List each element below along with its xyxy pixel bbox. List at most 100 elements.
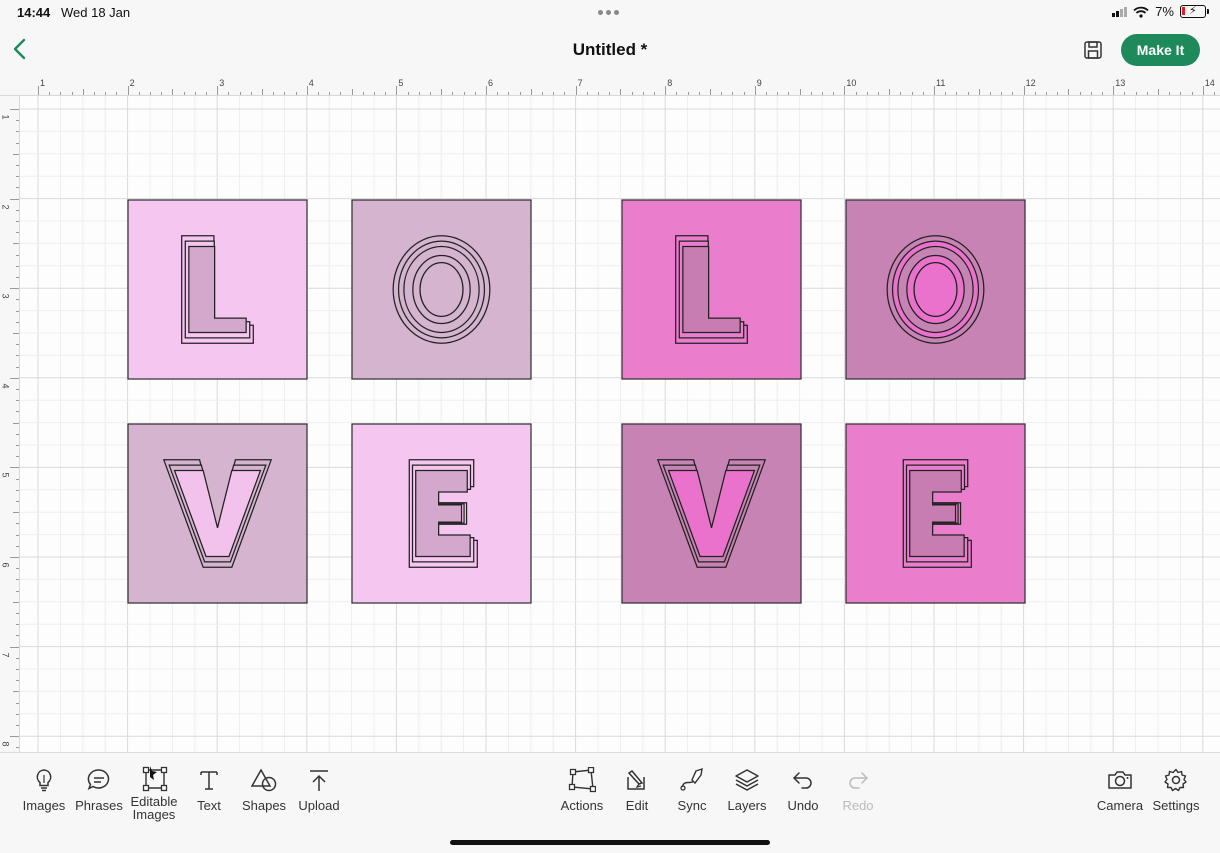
images-button[interactable]: Images [14,767,74,812]
text-button[interactable]: Text [179,767,239,812]
ruler-top-number: 6 [488,78,494,88]
phrases-label: Phrases [75,798,123,813]
ruler-left-number: 8 [0,741,11,747]
canvas-designs [127,199,1026,604]
undo-icon [793,772,812,789]
ruler-left-number: 6 [0,562,11,568]
text-label: Text [197,798,221,813]
undo-button[interactable]: Undo [773,767,833,812]
settings-button[interactable]: Settings [1146,767,1206,812]
status-date: Wed 18 Jan [61,5,131,20]
chevron-left-icon [13,38,26,60]
phrases-button[interactable]: Phrases [69,767,129,812]
sync-button[interactable]: Sync [662,767,722,812]
gear-icon [1164,768,1187,792]
ruler-top-number: 2 [129,78,135,88]
edit-button[interactable]: Edit [607,767,667,812]
tile-background [621,199,802,380]
ruler-top-number: 10 [846,78,857,88]
letter-outline [415,469,471,558]
ruler-top-number: 3 [219,78,225,88]
camera-label: Camera [1096,798,1144,813]
letter-tile-l[interactable] [127,199,308,380]
shapes-icon [250,768,277,792]
multitasking-dots[interactable] [598,10,619,15]
upload-icon [310,770,328,791]
ruler-left-number: 1 [0,114,11,120]
ruler-left-number: 5 [0,472,11,478]
ruler-left-number: 4 [0,383,11,389]
layers-icon [735,769,759,791]
speech-bubble-icon [87,769,110,791]
undo-label: Undo [787,798,819,813]
actions-button[interactable]: Actions [552,767,612,812]
signal-icon [1112,6,1128,17]
wifi-icon [1133,6,1149,18]
back-button[interactable] [8,36,34,62]
page-title: Untitled * [572,40,648,59]
layers-button[interactable]: Layers [717,767,777,812]
upload-label: Upload [298,798,340,813]
ruler-left: 1 2 3 4 5 6 7 8 [0,96,20,752]
editable-images-button[interactable]: Editable Images [124,765,184,821]
ruler-top-number: 9 [756,78,762,88]
redo-label: Redo [842,798,874,813]
ruler-left-number: 2 [0,204,11,210]
letter-tile-e[interactable] [845,423,1026,604]
ruler-top-number: 5 [398,78,404,88]
ruler-top-number: 11 [936,78,946,88]
tile-background [621,423,802,604]
camera-button[interactable]: Camera [1090,767,1150,812]
ruler-top-number: 13 [1115,78,1126,88]
letter-outline [419,262,464,317]
ruler-left-number: 3 [0,293,11,299]
settings-label: Settings [1152,798,1200,813]
shapes-button[interactable]: Shapes [234,767,294,812]
letter-tile-e[interactable] [351,423,532,604]
redo-icon [849,772,868,789]
ruler-left-number: 7 [0,652,11,658]
ruler-top-number: 14 [1204,78,1215,88]
letter-tile-o[interactable] [845,199,1026,380]
ruler-top-number: 1 [40,78,46,88]
letter-tile-v[interactable] [621,423,802,604]
letter-outline [913,262,958,317]
ruler-top-number: 12 [1025,78,1036,88]
battery-percent: 7% [1155,4,1174,19]
upload-button[interactable]: Upload [289,767,349,812]
ruler-top-number: 4 [308,78,314,88]
text-icon [200,771,218,790]
status-bar: 14:44 Wed 18 Jan 7% ⚡ [0,0,1220,24]
save-button[interactable] [1082,39,1104,61]
home-indicator[interactable] [450,840,770,845]
status-time: 14:44 [17,5,51,20]
redo-button[interactable]: Redo [828,767,888,812]
sync-icon [680,767,703,791]
letter-outline [909,469,965,558]
save-icon [1084,41,1102,59]
tile-background [127,423,308,604]
shapes-label: Shapes [241,798,287,813]
sync-label: Sync [677,798,707,813]
actions-icon [568,767,596,793]
header: Untitled * Make It [0,24,1220,76]
letter-tile-v[interactable] [127,423,308,604]
images-label: Images [22,798,66,813]
bottom-toolbar: Images Phrases Editable Images Text Shap… [0,752,1220,853]
ruler-top-number: 8 [667,78,673,88]
letter-tile-l[interactable] [621,199,802,380]
ruler-top: 1 2 3 4 5 6 7 8 9 10 11 12 13 14 [0,76,1220,96]
actions-label: Actions [560,798,604,813]
make-it-button[interactable]: Make It [1121,34,1200,66]
edit-icon [627,770,645,790]
letter-tile-o[interactable] [351,199,532,380]
battery-icon: ⚡ [1180,5,1209,18]
ruler-top-number: 7 [577,78,583,88]
lightbulb-icon [36,769,52,792]
tile-background [127,199,308,380]
status-indicators: 7% ⚡ [1112,4,1209,19]
camera-icon [1108,771,1132,789]
layers-label: Layers [727,798,767,813]
design-canvas[interactable]: 1 2 3 4 5 6 7 8 9 10 11 12 13 14 12345678 [0,76,1220,752]
edit-label: Edit [625,798,649,813]
